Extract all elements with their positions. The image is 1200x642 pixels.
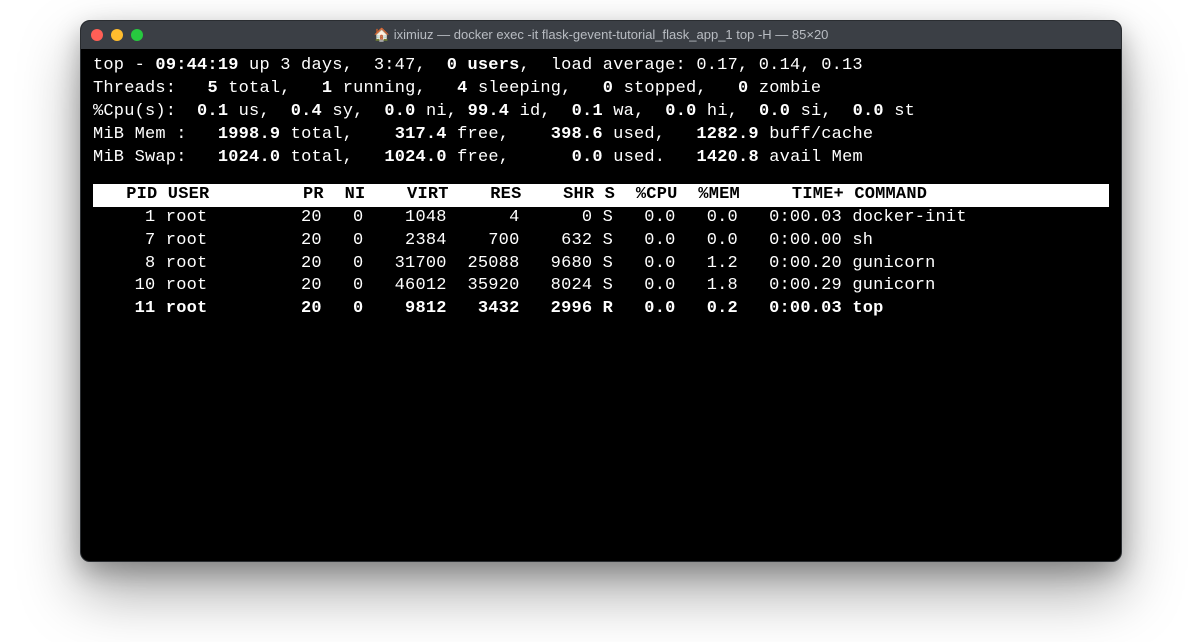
summary-line-cpu: %Cpu(s): 0.1 us, 0.4 sy, 0.0 ni, 99.4 id… <box>93 101 1109 124</box>
table-row: 1 root 20 0 1048 4 0 S 0.0 0.0 0:00.03 d… <box>93 207 1109 230</box>
table-row: 7 root 20 0 2384 700 632 S 0.0 0.0 0:00.… <box>93 230 1109 253</box>
summary-line-swap: MiB Swap: 1024.0 total, 1024.0 free, 0.0… <box>93 147 1109 170</box>
terminal-window: 🏠 iximiuz — docker exec -it flask-gevent-… <box>80 20 1122 562</box>
process-table-body: 1 root 20 0 1048 4 0 S 0.0 0.0 0:00.03 d… <box>93 207 1109 322</box>
process-table-header: PID USER PR NI VIRT RES SHR S %CPU %MEM … <box>93 184 1109 207</box>
terminal-body[interactable]: top - 09:44:19 up 3 days, 3:47, 0 users,… <box>81 49 1121 333</box>
table-row: 8 root 20 0 31700 25088 9680 S 0.0 1.2 0… <box>93 253 1109 276</box>
close-button[interactable] <box>91 29 103 41</box>
zoom-button[interactable] <box>131 29 143 41</box>
titlebar: 🏠 iximiuz — docker exec -it flask-gevent-… <box>81 21 1121 49</box>
table-row: 10 root 20 0 46012 35920 8024 S 0.0 1.8 … <box>93 275 1109 298</box>
table-row: 11 root 20 0 9812 3432 2996 R 0.0 0.2 0:… <box>93 298 1109 321</box>
home-icon: 🏠 <box>374 27 390 43</box>
summary-line-uptime: top - 09:44:19 up 3 days, 3:47, 0 users,… <box>93 55 1109 78</box>
summary-line-mem: MiB Mem : 1998.9 total, 317.4 free, 398.… <box>93 124 1109 147</box>
window-title: 🏠 iximiuz — docker exec -it flask-gevent-… <box>81 27 1121 43</box>
minimize-button[interactable] <box>111 29 123 41</box>
traffic-lights <box>91 29 143 41</box>
summary-line-threads: Threads: 5 total, 1 running, 4 sleeping,… <box>93 78 1109 101</box>
window-title-text: iximiuz — docker exec -it flask-gevent-t… <box>394 27 829 42</box>
